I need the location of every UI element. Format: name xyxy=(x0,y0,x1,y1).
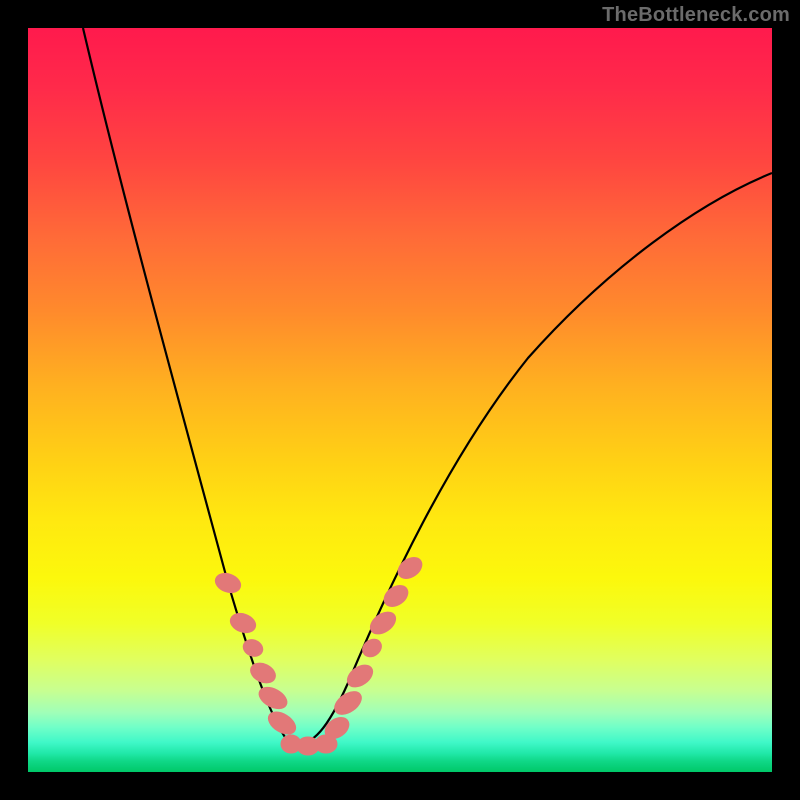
chart-frame: TheBottleneck.com xyxy=(0,0,800,800)
curve-marker xyxy=(366,608,399,639)
curve-marker xyxy=(343,661,376,692)
curve-marker xyxy=(331,687,366,719)
curve-marker xyxy=(380,581,412,611)
curve-marker xyxy=(228,610,259,636)
curve-marker xyxy=(359,636,385,661)
curve-layer xyxy=(28,28,772,772)
watermark-text: TheBottleneck.com xyxy=(602,4,790,27)
marker-group xyxy=(213,553,426,755)
bottleneck-curve-left xyxy=(83,28,292,746)
curve-marker xyxy=(213,570,244,596)
plot-area xyxy=(28,28,772,772)
curve-marker xyxy=(394,553,426,583)
bottleneck-curve-right xyxy=(292,173,772,746)
